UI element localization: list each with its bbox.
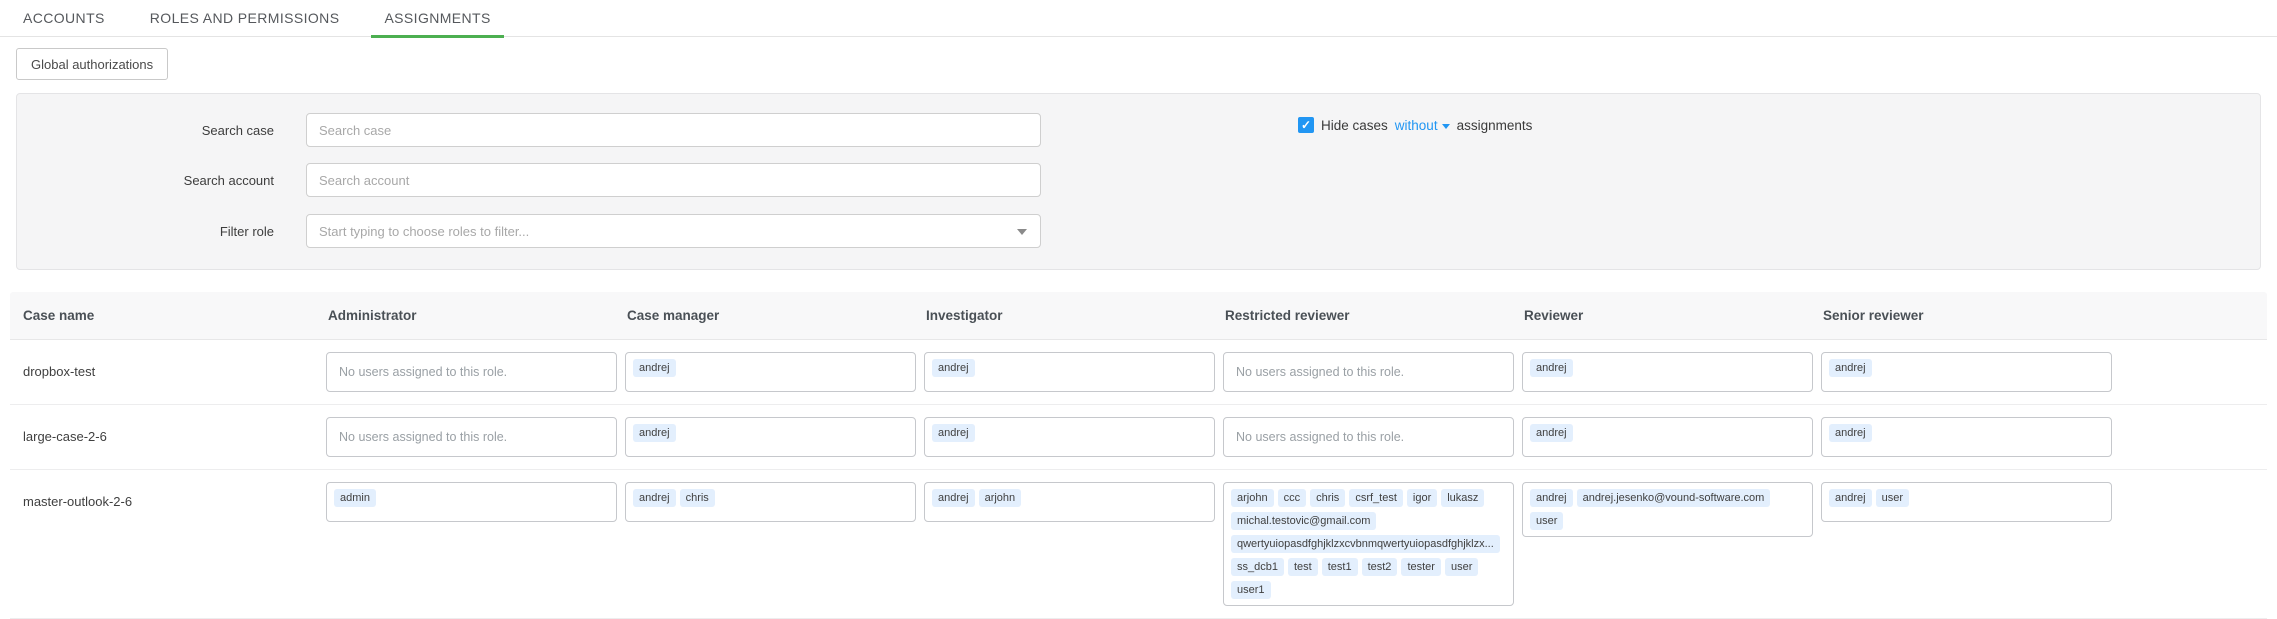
user-chip[interactable]: andrej: [633, 359, 676, 377]
user-chip[interactable]: user: [1876, 489, 1909, 507]
chevron-down-icon[interactable]: [1017, 229, 1027, 235]
search-case-input[interactable]: [306, 113, 1041, 147]
user-chip[interactable]: qwertyuiopasdfghjklzxcvbnmqwertyuiopasdf…: [1231, 535, 1500, 553]
user-chip[interactable]: chris: [680, 489, 715, 507]
user-chip[interactable]: test: [1288, 558, 1318, 576]
role-assignment-box[interactable]: andrejarjohn: [924, 482, 1215, 522]
tab-accounts[interactable]: ACCOUNTS: [23, 0, 105, 37]
role-assignment-box[interactable]: arjohncccchriscsrf_testigorlukasz michal.…: [1223, 482, 1514, 606]
role-assignment-box[interactable]: andrejchris: [625, 482, 916, 522]
user-chip[interactable]: user: [1445, 558, 1478, 576]
user-chip[interactable]: igor: [1407, 489, 1437, 507]
empty-role-text: No users assigned to this role.: [1231, 359, 1404, 385]
user-chip[interactable]: arjohn: [979, 489, 1022, 507]
user-chip[interactable]: andrej: [932, 489, 975, 507]
user-chip[interactable]: andrej: [1530, 359, 1573, 377]
hide-cases-mode-value[interactable]: without: [1395, 118, 1438, 133]
role-assignment-box[interactable]: andrejuser: [1821, 482, 2112, 522]
user-chip[interactable]: lukasz: [1441, 489, 1484, 507]
user-chip[interactable]: andrej: [1829, 489, 1872, 507]
column-header: Case manager: [625, 308, 916, 323]
role-assignment-box[interactable]: andrej: [625, 417, 916, 457]
role-assignment-box[interactable]: andrejandrej.jesenko@vound-software.com u…: [1522, 482, 1813, 537]
search-case-row: Search case: [17, 113, 1041, 147]
user-chip[interactable]: user1: [1231, 581, 1271, 599]
hide-cases-filter: Hide cases without assignments: [1298, 117, 1532, 133]
user-chip[interactable]: user: [1530, 512, 1563, 530]
hide-cases-label-suffix: assignments: [1457, 118, 1533, 133]
filter-role-label: Filter role: [17, 224, 274, 239]
user-chip[interactable]: andrej: [1829, 424, 1872, 442]
role-assignment-box[interactable]: No users assigned to this role.: [326, 417, 617, 457]
chevron-down-icon: [1442, 124, 1450, 129]
role-assignment-box[interactable]: andrej: [1821, 417, 2112, 457]
case-name: large-case-2-6: [10, 429, 326, 444]
tab-assignments[interactable]: ASSIGNMENTS: [384, 0, 490, 37]
user-chip[interactable]: andrej: [633, 424, 676, 442]
tab-bar: ACCOUNTS ROLES AND PERMISSIONS ASSIGNMEN…: [0, 0, 2277, 37]
hide-cases-label-prefix: Hide cases: [1321, 118, 1388, 133]
empty-role-text: No users assigned to this role.: [1231, 424, 1404, 450]
case-name: master-outlook-2-6: [10, 494, 326, 509]
role-assignment-box[interactable]: andrej: [625, 352, 916, 392]
user-chip[interactable]: andrej: [1530, 424, 1573, 442]
empty-role-text: No users assigned to this role.: [334, 359, 507, 385]
role-assignment-box[interactable]: No users assigned to this role.: [326, 352, 617, 392]
case-name: dropbox-test: [10, 364, 326, 379]
role-assignment-box[interactable]: No users assigned to this role.: [1223, 352, 1514, 392]
column-header: Administrator: [326, 308, 617, 323]
role-assignment-box[interactable]: andrej: [1522, 417, 1813, 457]
user-chip[interactable]: andrej: [932, 359, 975, 377]
user-chip[interactable]: arjohn: [1231, 489, 1274, 507]
user-chip[interactable]: admin: [334, 489, 376, 507]
search-account-row: Search account: [17, 163, 1041, 197]
table-row: large-case-2-6 No users assigned to this …: [10, 405, 2267, 470]
user-chip[interactable]: michal.testovic@gmail.com: [1231, 512, 1376, 530]
table-row: master-outlook-2-6adminandrejchrisandrej…: [10, 470, 2267, 619]
user-chip[interactable]: andrej: [932, 424, 975, 442]
user-chip[interactable]: andrej: [633, 489, 676, 507]
user-chip[interactable]: andrej: [1829, 359, 1872, 377]
hide-cases-checkbox[interactable]: [1298, 117, 1314, 133]
user-chip[interactable]: tester: [1401, 558, 1441, 576]
filter-panel: Search case Search account Filter role H…: [16, 93, 2261, 270]
user-chip[interactable]: test1: [1322, 558, 1358, 576]
role-assignment-box[interactable]: andrej: [924, 417, 1215, 457]
search-account-input[interactable]: [306, 163, 1041, 197]
search-case-label: Search case: [17, 123, 274, 138]
column-header: Reviewer: [1522, 308, 1813, 323]
column-header: Senior reviewer: [1821, 308, 2112, 323]
filter-role-row: Filter role: [17, 214, 1041, 248]
user-chip[interactable]: test2: [1362, 558, 1398, 576]
user-chip[interactable]: ss_dcb1: [1231, 558, 1284, 576]
assignments-table: Case nameAdministrator Case manager Invest…: [10, 292, 2267, 619]
role-assignment-box[interactable]: andrej: [1821, 352, 2112, 392]
search-account-label: Search account: [17, 173, 274, 188]
user-chip[interactable]: andrej.jesenko@vound-software.com: [1577, 489, 1771, 507]
role-assignment-box[interactable]: andrej: [1522, 352, 1813, 392]
table-header-row: Case nameAdministrator Case manager Invest…: [10, 292, 2267, 340]
user-chip[interactable]: chris: [1310, 489, 1345, 507]
role-assignment-box[interactable]: admin: [326, 482, 617, 522]
hide-cases-mode-dropdown[interactable]: without: [1395, 118, 1450, 133]
column-header: Restricted reviewer: [1223, 308, 1514, 323]
table-row: dropbox-test No users assigned to this ro…: [10, 340, 2267, 405]
user-chip[interactable]: andrej: [1530, 489, 1573, 507]
global-authorizations-button[interactable]: Global authorizations: [16, 48, 168, 80]
role-assignment-box[interactable]: No users assigned to this role.: [1223, 417, 1514, 457]
filter-role-select[interactable]: [306, 214, 1041, 248]
column-header: Investigator: [924, 308, 1215, 323]
role-assignment-box[interactable]: andrej: [924, 352, 1215, 392]
user-chip[interactable]: ccc: [1278, 489, 1307, 507]
user-chip[interactable]: csrf_test: [1349, 489, 1403, 507]
tab-roles-and-permissions[interactable]: ROLES AND PERMISSIONS: [150, 0, 340, 37]
filter-role-input[interactable]: [306, 214, 1041, 248]
table-body: dropbox-test No users assigned to this ro…: [10, 340, 2267, 619]
empty-role-text: No users assigned to this role.: [334, 424, 507, 450]
column-header: Case name: [10, 308, 326, 323]
